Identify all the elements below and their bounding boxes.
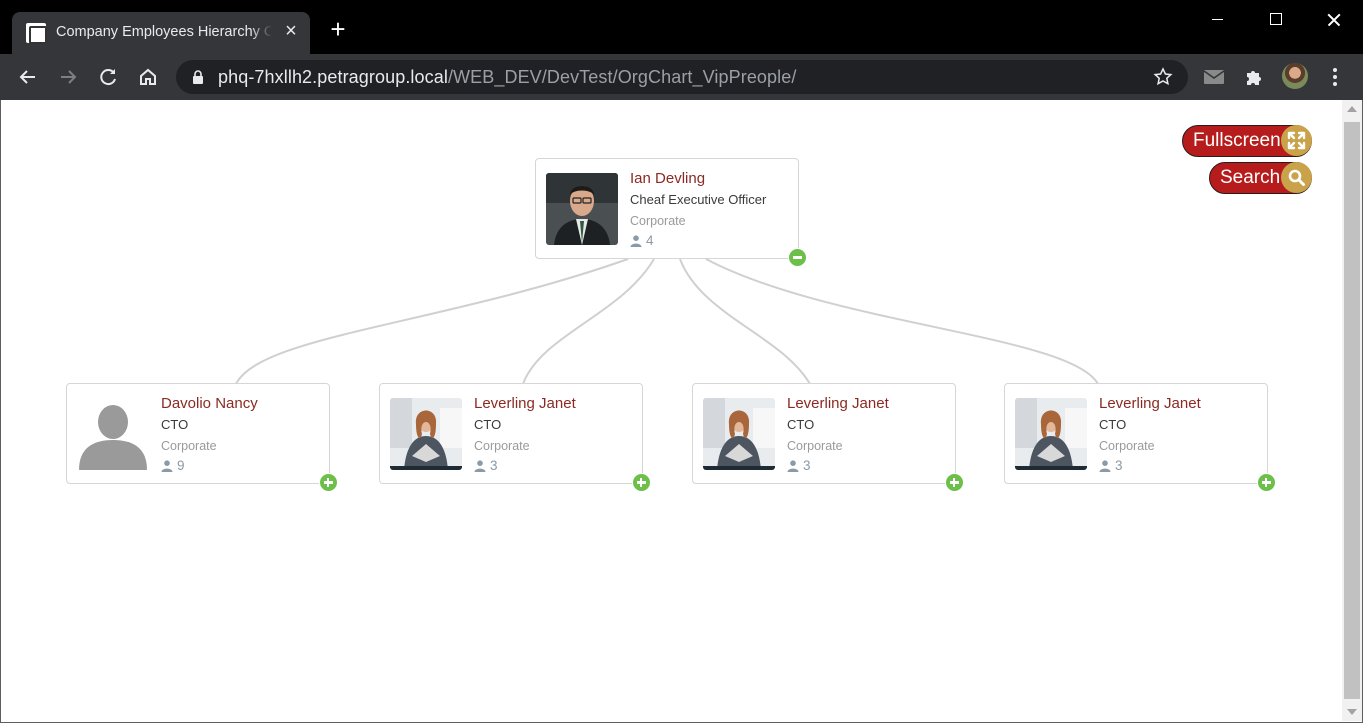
search-button[interactable]: Search: [1209, 162, 1312, 194]
org-node-child[interactable]: Davolio Nancy CTO Corporate 9: [66, 383, 338, 492]
profile-avatar[interactable]: [1282, 63, 1308, 89]
url-host: phq-7hxllh2.petragroup.local: [218, 67, 448, 87]
employee-photo-placeholder: [77, 398, 149, 470]
scroll-down-icon[interactable]: [1347, 709, 1357, 715]
close-window-icon[interactable]: [1304, 0, 1362, 40]
connector-line: [705, 258, 1099, 385]
subordinate-count-value: 9: [177, 458, 185, 473]
employee-title: CTO: [787, 417, 815, 432]
scrollbar-thumb[interactable]: [1344, 122, 1360, 699]
org-node-child[interactable]: Leverling Janet CTO Corporate 3: [1004, 383, 1276, 492]
tab-title: Company Employees Hierarchy Chart: [56, 24, 272, 40]
search-label: Search: [1220, 167, 1281, 188]
minimize-icon[interactable]: [1188, 0, 1246, 40]
connector-line: [522, 258, 655, 385]
connector-line: [679, 258, 811, 385]
fullscreen-icon: [1281, 125, 1312, 156]
employee-photo: [390, 398, 462, 470]
search-icon: [1281, 162, 1312, 193]
browser-menu-icon[interactable]: [1324, 65, 1346, 89]
person-icon: [787, 460, 799, 472]
employee-department: Corporate: [787, 439, 843, 453]
expand-node-icon[interactable]: [945, 473, 964, 492]
subordinate-count-value: 3: [803, 458, 811, 473]
reload-icon[interactable]: [93, 62, 123, 92]
subordinate-count-value: 3: [490, 458, 498, 473]
org-node-root[interactable]: Ian Devling Cheaf Executive Officer Corp…: [535, 158, 807, 267]
subordinate-count-value: 3: [1115, 458, 1123, 473]
expand-node-icon[interactable]: [632, 473, 651, 492]
extensions-puzzle-icon[interactable]: [1243, 66, 1265, 88]
employee-photo: [703, 398, 775, 470]
employee-title: Cheaf Executive Officer: [630, 192, 767, 207]
mail-extension-icon[interactable]: [1203, 66, 1225, 88]
employee-department: Corporate: [474, 439, 530, 453]
org-node-child[interactable]: Leverling Janet CTO Corporate 3: [692, 383, 964, 492]
browser-toolbar: phq-7hxllh2.petragroup.local/WEB_DEV/Dev…: [0, 54, 1363, 100]
scroll-up-icon[interactable]: [1347, 106, 1357, 112]
favicon-icon: [26, 23, 47, 44]
employee-photo: [1015, 398, 1087, 470]
back-icon[interactable]: [13, 62, 43, 92]
maximize-icon[interactable]: [1246, 0, 1304, 40]
org-node-child[interactable]: Leverling Janet CTO Corporate 3: [379, 383, 651, 492]
person-icon: [630, 235, 642, 247]
employee-name: Davolio Nancy: [161, 395, 258, 412]
fullscreen-label: Fullscreen: [1193, 130, 1281, 151]
connector-line: [235, 258, 629, 385]
employee-title: CTO: [1099, 417, 1127, 432]
forward-icon[interactable]: [53, 62, 83, 92]
page-viewport: Ian Devling Cheaf Executive Officer Corp…: [0, 100, 1363, 723]
url-text: phq-7hxllh2.petragroup.local/WEB_DEV/Dev…: [218, 67, 796, 88]
subordinate-count-value: 4: [646, 233, 654, 248]
employee-department: Corporate: [161, 439, 217, 453]
home-icon[interactable]: [133, 62, 163, 92]
new-tab-icon[interactable]: +: [326, 16, 350, 42]
browser-titlebar: Company Employees Hierarchy Chart × +: [0, 0, 1363, 54]
person-icon: [474, 460, 486, 472]
lock-icon: [193, 70, 203, 84]
fullscreen-button[interactable]: Fullscreen: [1182, 125, 1312, 157]
employee-name: Ian Devling: [630, 170, 706, 187]
url-path: /WEB_DEV/DevTest/OrgChart_VipPreople/: [447, 67, 797, 87]
employee-title: CTO: [161, 417, 189, 432]
person-icon: [161, 460, 173, 472]
employee-name: Leverling Janet: [1099, 395, 1201, 412]
bookmark-star-icon[interactable]: [1152, 66, 1174, 88]
vertical-scrollbar[interactable]: [1342, 100, 1362, 721]
address-bar[interactable]: phq-7hxllh2.petragroup.local/WEB_DEV/Dev…: [176, 60, 1188, 94]
employee-name: Leverling Janet: [787, 395, 889, 412]
collapse-node-icon[interactable]: [788, 248, 807, 267]
browser-tab[interactable]: Company Employees Hierarchy Chart ×: [12, 12, 310, 54]
person-icon: [1099, 460, 1111, 472]
employee-department: Corporate: [630, 214, 686, 228]
employee-name: Leverling Janet: [474, 395, 576, 412]
tab-close-icon[interactable]: ×: [280, 20, 302, 42]
employee-title: CTO: [474, 417, 502, 432]
employee-department: Corporate: [1099, 439, 1155, 453]
employee-photo: [546, 173, 618, 245]
expand-node-icon[interactable]: [319, 473, 338, 492]
expand-node-icon[interactable]: [1257, 473, 1276, 492]
